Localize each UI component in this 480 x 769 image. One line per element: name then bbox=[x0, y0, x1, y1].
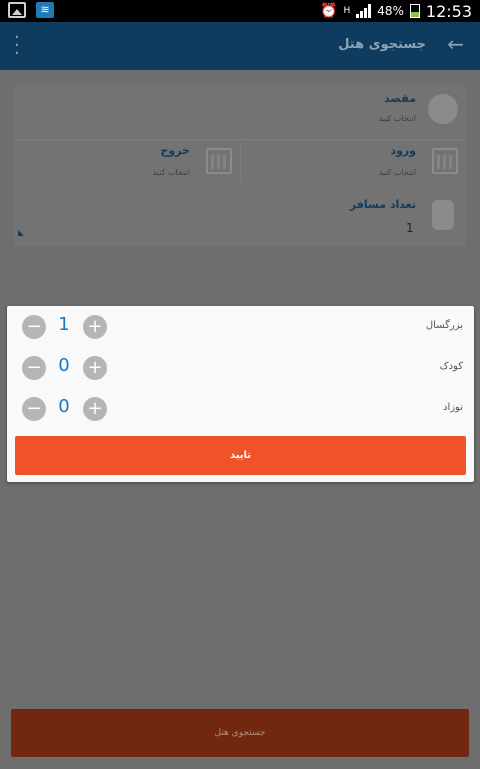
check-out-label: خروج bbox=[160, 144, 190, 157]
infant-increment-button[interactable]: + bbox=[83, 397, 107, 421]
child-increment-button[interactable]: + bbox=[83, 356, 107, 380]
battery-icon bbox=[409, 4, 420, 18]
check-in-label: ورود bbox=[390, 144, 416, 157]
back-arrow-icon[interactable]: ← bbox=[447, 32, 464, 56]
alarm-icon: ⏰ bbox=[320, 3, 338, 19]
destination-hint: انتخاب کنید bbox=[378, 114, 416, 123]
adult-decrement-button[interactable]: − bbox=[22, 315, 46, 339]
gallery-notification-icon bbox=[8, 2, 26, 18]
child-label: کودک bbox=[439, 361, 463, 372]
overflow-menu-icon[interactable]: · · · bbox=[14, 29, 20, 63]
check-out-hint: انتخاب کنید bbox=[152, 168, 190, 177]
child-decrement-button[interactable]: − bbox=[22, 356, 46, 380]
app-bar: · · · جستجوی هتل ← bbox=[0, 22, 480, 70]
passengers-label: تعداد مسافر bbox=[349, 198, 416, 211]
calendar-icon bbox=[432, 148, 458, 174]
status-bar: ≋ ⏰ H 48% 12:53 bbox=[0, 0, 480, 22]
network-type-indicator: H bbox=[343, 6, 351, 16]
page-title: جستجوی هتل bbox=[338, 37, 426, 52]
search-form-card: مقصد انتخاب کنید ورود انتخاب کنید خروج ا… bbox=[14, 84, 466, 246]
clock: 12:53 bbox=[425, 1, 472, 21]
divider bbox=[240, 142, 241, 182]
confirm-button[interactable]: تایید bbox=[15, 436, 466, 475]
infant-row: − 0 + نوزاد bbox=[7, 388, 474, 429]
child-row: − 0 + کودک bbox=[7, 347, 474, 388]
adult-count: 1 bbox=[58, 314, 70, 335]
signal-icon bbox=[356, 4, 372, 18]
dropdown-corner-icon bbox=[18, 230, 24, 236]
check-in-hint: انتخاب کنید bbox=[378, 168, 416, 177]
infant-count: 0 bbox=[58, 396, 70, 417]
adult-increment-button[interactable]: + bbox=[83, 315, 107, 339]
child-count: 0 bbox=[58, 355, 70, 376]
check-out-field[interactable]: خروج انتخاب کنید bbox=[14, 140, 240, 188]
passengers-field[interactable]: تعداد مسافر bbox=[14, 188, 466, 246]
plane-icon bbox=[428, 94, 458, 124]
adult-row: − 1 + بزرگسال bbox=[7, 306, 474, 347]
luggage-icon bbox=[432, 200, 454, 230]
passenger-count-dialog: − 1 + بزرگسال − 0 + کودک − 0 + نوزاد تای… bbox=[7, 306, 474, 482]
wifi-notification-icon: ≋ bbox=[36, 2, 54, 18]
search-hotel-button[interactable]: جستجوی هتل bbox=[11, 709, 469, 757]
passengers-count: 1 bbox=[406, 221, 414, 235]
destination-label: مقصد bbox=[384, 92, 416, 105]
check-in-field[interactable]: ورود انتخاب کنید bbox=[240, 140, 466, 188]
adult-label: بزرگسال bbox=[425, 320, 463, 331]
battery-percent: 48% bbox=[377, 4, 404, 18]
infant-decrement-button[interactable]: − bbox=[22, 397, 46, 421]
calendar-icon bbox=[206, 148, 232, 174]
destination-field[interactable]: مقصد انتخاب کنید bbox=[14, 84, 466, 140]
infant-label: نوزاد bbox=[442, 402, 463, 413]
